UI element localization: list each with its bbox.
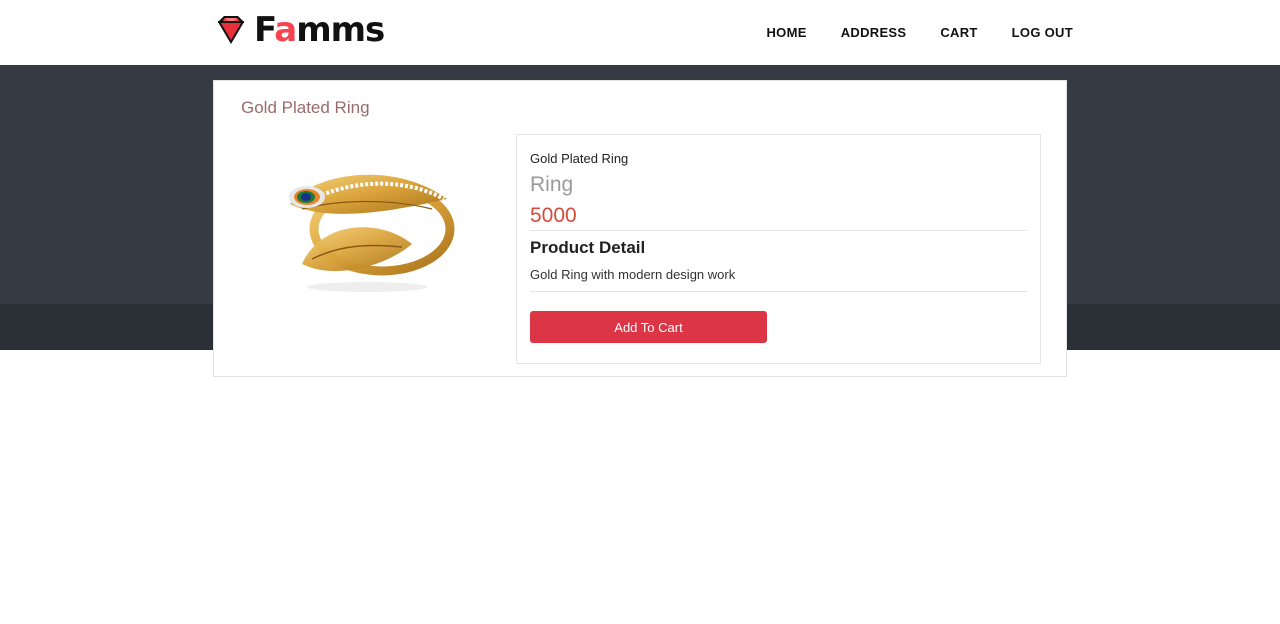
divider <box>530 230 1027 231</box>
product-image[interactable] <box>272 149 462 299</box>
brand-name: Famms <box>254 10 385 50</box>
product-card-title: Gold Plated Ring <box>241 98 370 117</box>
add-to-cart-button[interactable]: Add To Cart <box>530 311 767 343</box>
product-name: Gold Plated Ring <box>530 151 629 166</box>
product-detail-panel: Gold Plated Ring Ring 5000 Product Detai… <box>516 134 1041 364</box>
nav-cart[interactable]: CART <box>940 24 977 42</box>
product-card: Gold Plated Ring Gold Plated Ring Ring 5… <box>213 80 1067 377</box>
product-category: Ring <box>530 173 574 196</box>
nav-logout[interactable]: LOG OUT <box>1012 24 1073 42</box>
product-detail-heading: Product Detail <box>530 238 646 257</box>
diamond-icon <box>218 16 244 44</box>
site-header: Famms HOME ADDRESS CART LOG OUT <box>0 0 1280 65</box>
divider <box>530 291 1027 292</box>
brand-logo[interactable]: Famms <box>214 10 385 50</box>
product-price: 5000 <box>530 204 577 227</box>
product-description: Gold Ring with modern design work <box>530 267 736 282</box>
main-nav: HOME ADDRESS CART LOG OUT <box>732 24 1073 42</box>
nav-home[interactable]: HOME <box>766 24 806 42</box>
nav-address[interactable]: ADDRESS <box>841 24 907 42</box>
